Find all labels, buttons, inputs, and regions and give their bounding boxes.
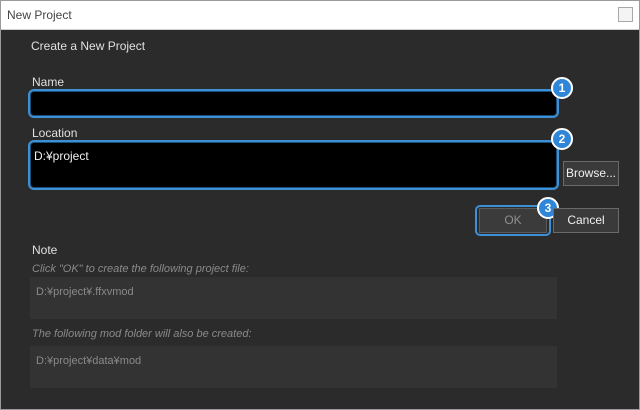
- callout-badge-2: 2: [551, 128, 573, 150]
- callout-badge-1: 1: [551, 77, 573, 99]
- mod-folder-path: D:¥project¥data¥mod: [36, 355, 142, 367]
- project-file-path: D:¥project¥.ffxvmod: [36, 286, 134, 298]
- project-file-path-field: D:¥project¥.ffxvmod: [30, 277, 557, 319]
- location-input-value: D:¥project: [34, 149, 89, 163]
- new-project-dialog: New Project Create a New Project Name 1 …: [0, 0, 640, 410]
- name-label: Name: [32, 75, 65, 89]
- project-file-hint: Click "OK" to create the following proje…: [32, 263, 249, 275]
- dialog-content: Create a New Project Name 1 Location D:¥…: [1, 30, 639, 409]
- window-title: New Project: [7, 8, 72, 22]
- location-label: Location: [32, 126, 78, 140]
- dialog-heading: Create a New Project: [31, 39, 146, 53]
- mod-folder-path-field: D:¥project¥data¥mod: [30, 346, 557, 388]
- location-input[interactable]: D:¥project: [28, 140, 559, 190]
- close-button[interactable]: [618, 7, 633, 22]
- cancel-button[interactable]: Cancel: [553, 208, 619, 233]
- title-bar: New Project: [1, 1, 639, 30]
- browse-button[interactable]: Browse...: [563, 161, 619, 186]
- note-label: Note: [32, 243, 58, 257]
- name-input[interactable]: [28, 89, 559, 118]
- mod-folder-hint: The following mod folder will also be cr…: [32, 328, 252, 340]
